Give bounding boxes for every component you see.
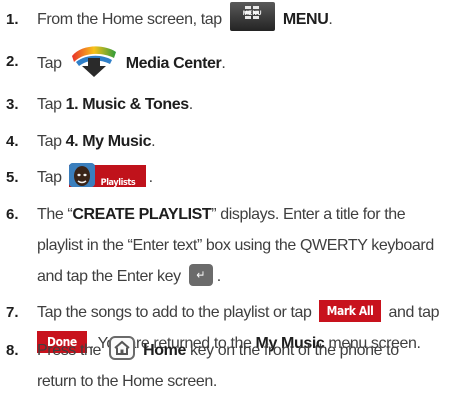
menu-icon-label: MENU [242, 11, 262, 18]
step-bold-text: 1. Music & Tones [65, 96, 190, 113]
step-punctuation: . [148, 169, 153, 186]
step-number: 3. [6, 96, 19, 113]
step-text: ” displays. Enter a title for the [211, 206, 406, 223]
step-number: 4. [6, 133, 19, 150]
step-text: Tap [37, 169, 62, 186]
step-number: 5. [6, 169, 19, 186]
step-text: return to the Home screen. [37, 373, 217, 390]
step-text: From the Home screen, tap [37, 11, 222, 28]
step-punctuation: . [188, 96, 193, 113]
step-text: key on the front of the phone to [190, 342, 399, 359]
step-bold-text: 4. My Music [65, 133, 152, 150]
step-number: 8. [6, 342, 19, 359]
step-text: Tap [37, 96, 62, 113]
step-number: 7. [6, 304, 19, 321]
artist-face-icon [68, 162, 95, 187]
step-punctuation: . [221, 55, 226, 73]
step-bold-text: Home [143, 342, 186, 359]
step-text: and tap [388, 304, 440, 321]
instruction-steps: 1. From the Home screen, tap MENU MENU. … [0, 0, 473, 401]
step-text: The “ [37, 206, 73, 223]
media-center-icon [71, 46, 116, 77]
step-text: and tap the Enter key [37, 268, 181, 285]
step-text: Press the [37, 342, 101, 359]
step-text: Tap [37, 133, 62, 150]
step-punctuation: . [328, 11, 333, 28]
step-punctuation: . [216, 268, 221, 285]
step-bold-text: MENU [282, 11, 329, 28]
step-bold-text: CREATE PLAYLIST [72, 206, 212, 223]
step-text: Tap [37, 55, 62, 73]
step-number: 1. [6, 11, 19, 28]
step-text: Tap the songs to add to the playlist or … [37, 304, 312, 321]
step-punctuation: . [151, 133, 156, 150]
step-text: playlist in the “Enter text” box using t… [37, 237, 434, 254]
playlists-icon-label: Playlists [100, 177, 136, 188]
enter-key-icon: ↵ [188, 263, 213, 286]
step-number: 6. [6, 206, 19, 223]
mark-all-button: Mark All [318, 299, 382, 322]
step-bold-text: Media Center [125, 55, 222, 73]
step-number: 2. [6, 53, 19, 70]
playlists-icon: Playlists [68, 162, 146, 188]
home-key-icon [109, 335, 136, 360]
menu-icon: MENU [229, 2, 275, 32]
